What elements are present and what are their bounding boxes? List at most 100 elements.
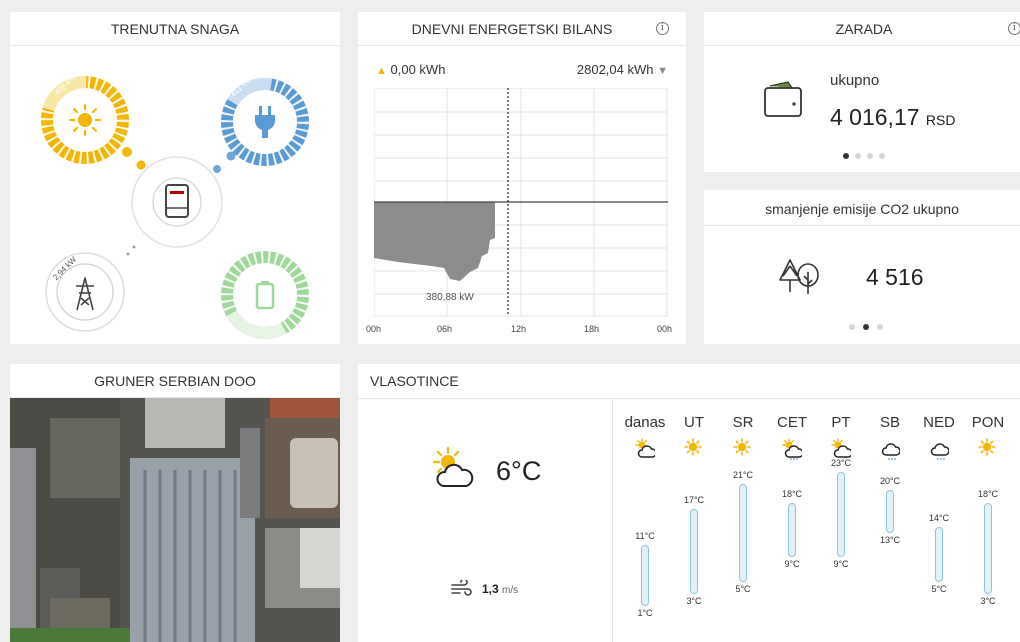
sun-icon (68, 103, 102, 137)
forecast-max-temp: 23°C (830, 458, 852, 469)
forecast-min-temp: 1°C (637, 607, 653, 618)
forecast-min-temp: 5°C (931, 583, 947, 594)
forecast-day-name: PT (831, 414, 851, 431)
earnings-label: ukupno (830, 72, 880, 89)
forecast-temp-range-bar (886, 490, 894, 533)
earnings-amount: 4 016,17 RSD (830, 104, 955, 131)
forecast-temp-range-bar (739, 484, 747, 582)
forecast-max-temp: 14°C (928, 512, 950, 523)
forecast-max-temp: 18°C (781, 488, 803, 499)
forecast-day-name: SB (879, 414, 900, 431)
balance-down-value: 2802,04 kWh ▼ (577, 62, 668, 77)
sun-cloud-icon (432, 446, 474, 487)
forecast-day: PON 18°C 3°C (965, 398, 1011, 638)
forecast-max-temp: 18°C (977, 488, 999, 499)
cloud-rain-icon (880, 438, 901, 460)
forecast-min-temp: 3°C (686, 595, 702, 606)
forecast-max-temp: 11°C (635, 531, 655, 542)
x-tick: 06h (437, 324, 453, 334)
forecast-day: NED 14°C 5°C (916, 398, 962, 638)
x-tick: 00h (366, 324, 382, 334)
weather-column-divider (612, 398, 613, 642)
info-icon[interactable]: i (1008, 22, 1020, 35)
forecast-min-temp: 13°C (879, 534, 901, 545)
forecast-min-temp: 9°C (784, 559, 800, 570)
forecast-max-temp: 17°C (683, 494, 705, 505)
weather-panel: VLASOTINCE 6°C 1,3 m/s danas 11°C 1°C UT 17°… (358, 364, 1020, 642)
pager-dot[interactable] (849, 324, 855, 330)
co2-panel-title: smanjenje emisije CO2 ukupno (704, 192, 1020, 226)
forecast-day-name: danas (624, 414, 666, 431)
triangle-up-icon: ▲ (376, 65, 387, 77)
forecast-min-temp: 3°C (980, 595, 996, 606)
earnings-panel: ZARADA i ukupno 4 016,17 RSD (704, 12, 1020, 172)
solar-flow-dots (122, 147, 146, 170)
co2-panel: smanjenje emisije CO2 ukupno 4 516 (704, 190, 1020, 344)
forecast-day: danas 11°C 1°C (622, 398, 668, 638)
x-tick: 18h (584, 324, 600, 334)
balance-panel-title: DNEVNI ENERGETSKI BILANS (358, 12, 686, 46)
earnings-value: 4 016,17 (830, 104, 920, 130)
sun-icon (733, 438, 753, 458)
pager-dot[interactable] (843, 153, 849, 159)
site-panel: GRUNER SERBIAN DOO (10, 364, 340, 642)
battery-icon (255, 281, 275, 310)
pager-dot[interactable] (863, 324, 869, 330)
weather-location: VLASOTINCE (370, 373, 459, 389)
pager-dot[interactable] (867, 153, 873, 159)
sun-cloud-rain-icon (782, 438, 804, 460)
power-panel-title: TRENUTNA SNAGA (10, 12, 340, 46)
site-aerial-photo[interactable] (10, 398, 340, 642)
pager-dot[interactable] (879, 153, 885, 159)
co2-value: 4 516 (866, 264, 924, 290)
forecast-day-name: NED (923, 414, 955, 431)
wind-speed: 1,3 m/s (482, 582, 518, 596)
balance-down-label: 2802,04 kWh (576, 62, 654, 77)
triangle-down-icon: ▼ (657, 65, 668, 77)
trees-icon (779, 259, 819, 294)
wind-icon (451, 580, 472, 596)
forecast-min-temp: 9°C (833, 559, 849, 570)
consumption-area (374, 202, 495, 281)
sun-cloud-icon (635, 438, 657, 458)
forecast-max-temp: 20°C (879, 476, 901, 487)
forecast-max-temp: 21°C (732, 470, 754, 481)
inverter-node (131, 156, 223, 248)
sun-icon (684, 438, 704, 458)
sun-icon (978, 438, 998, 458)
forecast-temp-range-bar (788, 502, 796, 558)
x-tick: 12h (511, 324, 527, 334)
pager-dot[interactable] (855, 153, 861, 159)
forecast-strip: danas 11°C 1°C UT 17°C 3°C SR 21°C 5°C CET 18°C 9°C… (622, 398, 1020, 642)
forecast-day: SR 21°C 5°C (720, 398, 766, 638)
grid-flow-dots (126, 245, 136, 256)
forecast-day: CET 18°C 9°C (769, 398, 815, 638)
earnings-currency: RSD (925, 112, 956, 128)
consumption-flow-dots (213, 151, 236, 173)
forecast-temp-range-bar (690, 508, 698, 594)
forecast-day: PT 23°C 9°C (818, 398, 864, 638)
daily-balance-panel: DNEVNI ENERGETSKI BILANS i ▲ 0,00 kWh 28… (358, 12, 686, 344)
sun-cloud-icon (831, 438, 853, 458)
wind-speed-unit: m/s (502, 585, 519, 596)
grid-ring (45, 252, 125, 332)
current-temperature: 6°C (496, 456, 542, 486)
wallet-icon (764, 81, 802, 117)
balance-chart (374, 88, 668, 317)
forecast-day: SB 20°C 13°C (867, 398, 913, 638)
info-icon[interactable]: i (656, 22, 669, 35)
forecast-min-temp: 5°C (735, 583, 751, 594)
pager-dot[interactable] (877, 324, 883, 330)
forecast-temp-range-bar (935, 526, 943, 582)
forecast-temp-range-bar (641, 545, 649, 606)
earnings-panel-title: ZARADA (704, 12, 1020, 46)
peak-label: 380,88 kW (426, 292, 474, 303)
balance-up-label: 0,00 kWh (390, 62, 446, 77)
forecast-day-name: UT (684, 414, 704, 431)
cloud-rain-icon (929, 438, 950, 460)
wind-speed-value: 1,3 (482, 582, 499, 596)
x-tick: 00h (657, 324, 673, 334)
forecast-day: UT 17°C 3°C (671, 398, 717, 638)
site-panel-title: GRUNER SERBIAN DOO (10, 364, 340, 398)
balance-up-value: ▲ 0,00 kWh (376, 62, 445, 77)
